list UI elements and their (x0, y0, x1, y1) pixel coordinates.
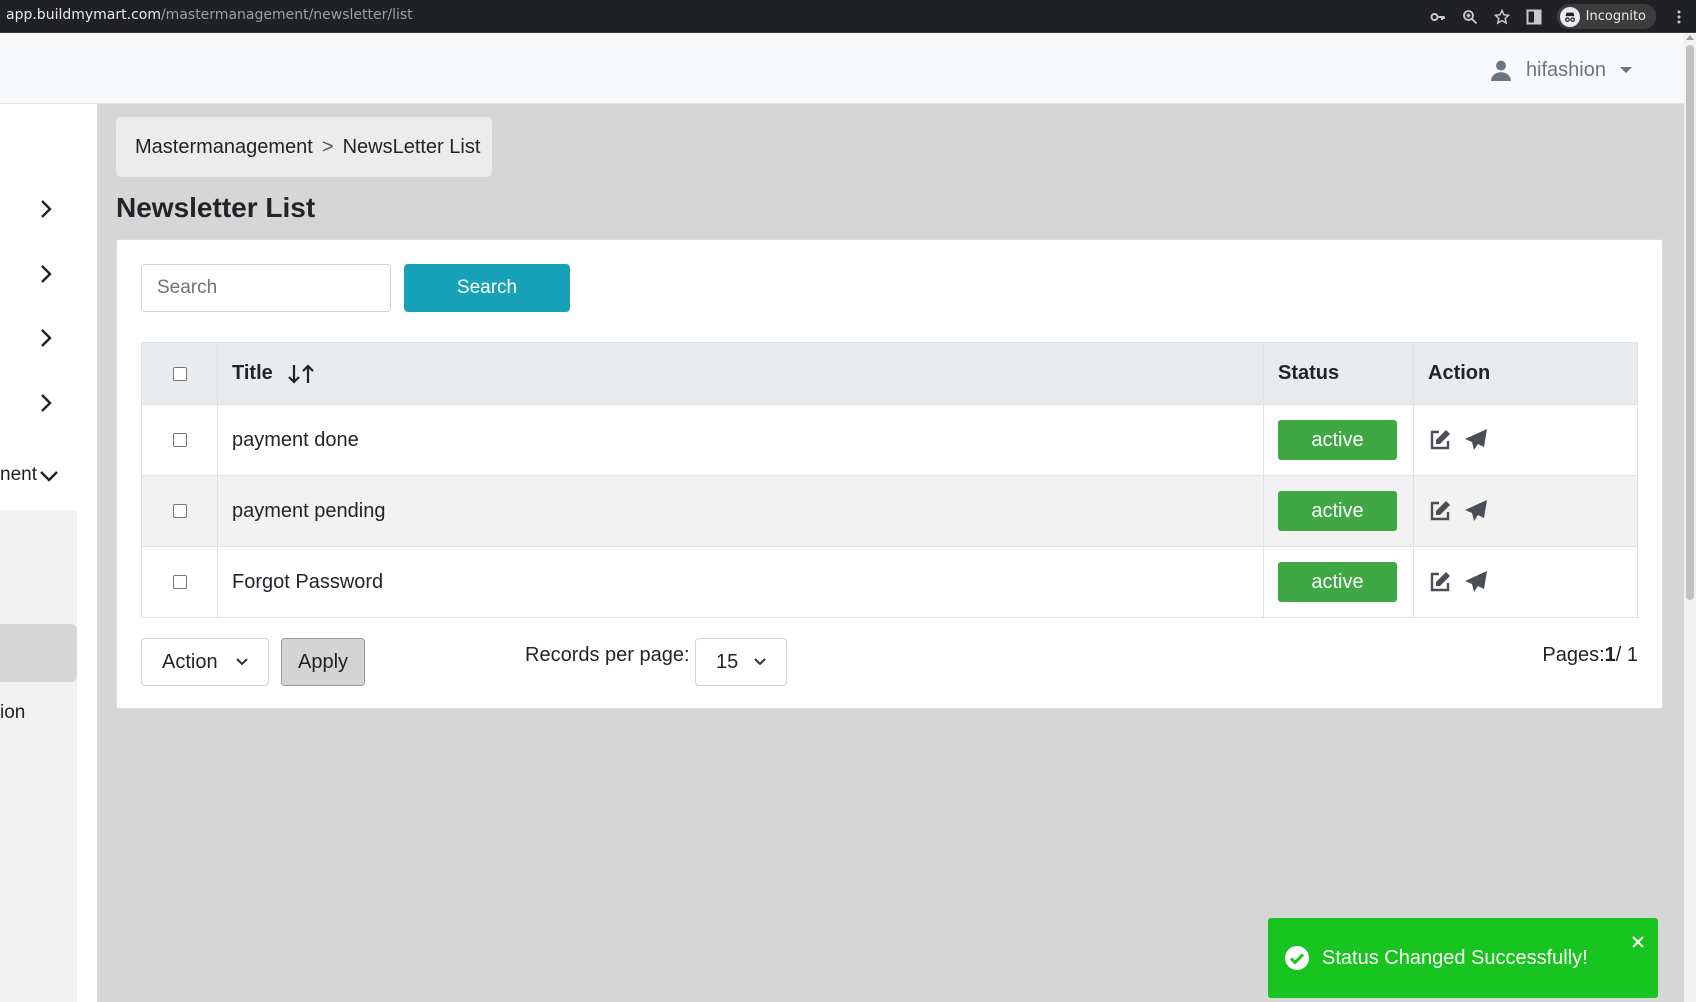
user-icon (1486, 55, 1516, 85)
row-title: payment pending (217, 475, 1264, 547)
bulk-action-value: Action (162, 650, 218, 673)
sidebar: nent ion (0, 104, 97, 1002)
sidebar-submenu-item-active[interactable] (0, 624, 77, 682)
url-host: app.buildmymart.com (6, 7, 161, 23)
user-menu[interactable]: hifashion (1486, 55, 1632, 85)
sidebar-submenu-item-label[interactable]: ion (0, 702, 25, 724)
row-actions-cell (1413, 475, 1638, 547)
row-select-cell (141, 546, 218, 618)
table-header-row: Title Status Action (141, 342, 1638, 405)
row-select-cell (141, 475, 218, 547)
row-status-cell: active (1263, 475, 1414, 547)
status-column-header: Status (1263, 342, 1414, 405)
scrollbar-thumb[interactable] (1686, 45, 1694, 600)
row-actions-cell (1413, 404, 1638, 476)
app-header: hifashion (0, 33, 1684, 104)
status-badge[interactable]: active (1278, 562, 1397, 602)
records-per-page-select[interactable]: 15 (695, 638, 787, 686)
chevron-right-icon[interactable] (35, 198, 57, 220)
chevron-right-icon[interactable] (35, 392, 57, 414)
current-page: 1 (1604, 644, 1616, 666)
table-row: payment done active (141, 404, 1638, 476)
url-path: /mastermanagement/newsletter/list (160, 7, 413, 23)
bulk-action-select[interactable]: Action (141, 638, 269, 686)
breadcrumb-parent[interactable]: Mastermanagement (135, 136, 313, 159)
success-toast: Status Changed Successfully! (1268, 918, 1658, 998)
sort-icon[interactable] (286, 363, 318, 385)
apply-button[interactable]: Apply (281, 638, 365, 686)
kebab-menu-icon[interactable] (1670, 8, 1688, 26)
newsletter-card: Search Title Status Action payment done … (116, 239, 1663, 709)
row-checkbox[interactable] (172, 433, 187, 448)
action-column-header: Action (1413, 342, 1638, 405)
title-header-label: Title (232, 362, 273, 384)
row-title: Forgot Password (217, 546, 1264, 618)
address-bar[interactable]: app.buildmymart.com/mastermanagement/new… (6, 7, 413, 23)
page-scrollbar[interactable] (1684, 33, 1696, 1002)
sidebar-item-management-label[interactable]: nent (0, 464, 37, 486)
scroll-up-arrow-icon[interactable] (1686, 35, 1694, 40)
chevron-right-icon[interactable] (35, 327, 57, 349)
row-title: payment done (217, 404, 1264, 476)
newsletter-table: Title Status Action payment done active … (141, 342, 1638, 618)
row-actions-cell (1413, 546, 1638, 618)
send-icon[interactable] (1464, 570, 1488, 594)
chevron-down-icon[interactable] (38, 465, 60, 487)
zoom-icon[interactable] (1461, 8, 1479, 26)
search-button[interactable]: Search (404, 264, 570, 312)
breadcrumb-current: NewsLetter List (342, 135, 481, 158)
caret-down-icon (1620, 67, 1632, 73)
chevron-right-icon[interactable] (35, 263, 57, 285)
search-input[interactable] (141, 264, 391, 312)
browser-toolbar: app.buildmymart.com/mastermanagement/new… (0, 0, 1696, 33)
total-pages: / 1 (1615, 644, 1638, 666)
sidebar-submenu (0, 510, 77, 1002)
edit-icon[interactable] (1428, 570, 1452, 594)
breadcrumb-separator: > (321, 135, 334, 158)
send-icon[interactable] (1464, 428, 1488, 452)
chevron-down-icon (236, 658, 248, 666)
row-select-cell (141, 404, 218, 476)
edit-icon[interactable] (1428, 428, 1452, 452)
table-row: payment pending active (141, 475, 1638, 547)
close-icon[interactable] (1630, 934, 1646, 950)
bookmark-star-icon[interactable] (1493, 8, 1511, 26)
records-per-page-value: 15 (716, 650, 739, 673)
key-icon[interactable] (1429, 8, 1447, 26)
select-all-cell (141, 342, 218, 405)
status-badge[interactable]: active (1278, 491, 1397, 531)
page-title: Newsletter List (116, 192, 316, 223)
incognito-icon (1559, 6, 1580, 27)
table-row: Forgot Password active (141, 546, 1638, 618)
records-per-page-label: Records per page: (525, 644, 690, 666)
incognito-indicator[interactable]: Incognito (1556, 4, 1656, 29)
status-badge[interactable]: active (1278, 420, 1397, 460)
chevron-down-icon (754, 658, 766, 666)
send-icon[interactable] (1464, 499, 1488, 523)
row-status-cell: active (1263, 404, 1414, 476)
incognito-label: Incognito (1585, 9, 1646, 24)
row-checkbox[interactable] (172, 575, 187, 590)
title-column-header[interactable]: Title (217, 342, 1264, 405)
edit-icon[interactable] (1428, 499, 1452, 523)
select-all-checkbox[interactable] (172, 366, 187, 381)
side-panel-icon[interactable] (1525, 8, 1543, 26)
toast-message: Status Changed Successfully! (1322, 946, 1588, 969)
pagination-info: Pages:1/ 1 (1542, 644, 1638, 667)
pages-label: Pages: (1542, 644, 1605, 666)
breadcrumb: Mastermanagement > NewsLetter List (116, 117, 492, 177)
username: hifashion (1525, 58, 1606, 81)
row-checkbox[interactable] (172, 504, 187, 519)
check-circle-icon (1285, 946, 1309, 970)
row-status-cell: active (1263, 546, 1414, 618)
